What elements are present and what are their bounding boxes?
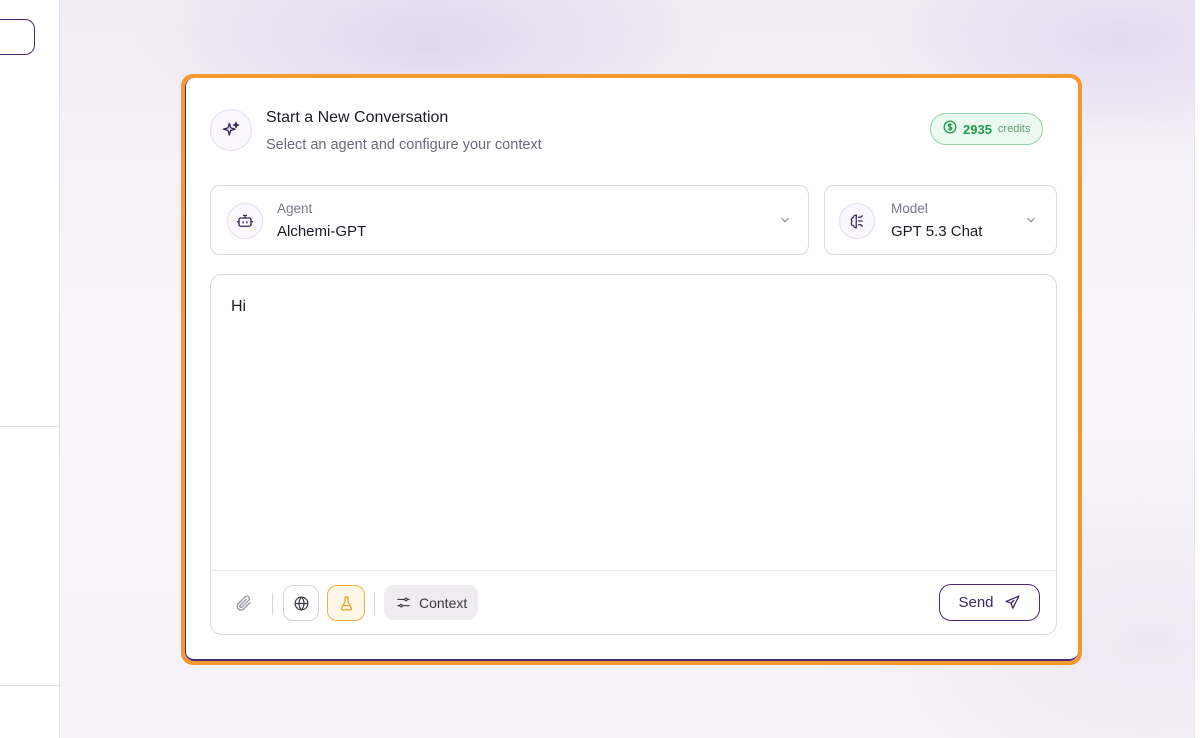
sidebar [0,0,60,738]
focus-highlight [181,74,1082,665]
sidebar-button[interactable] [0,19,35,55]
sidebar-divider [0,426,60,427]
window-edge [1194,0,1200,738]
sidebar-divider [0,685,60,686]
